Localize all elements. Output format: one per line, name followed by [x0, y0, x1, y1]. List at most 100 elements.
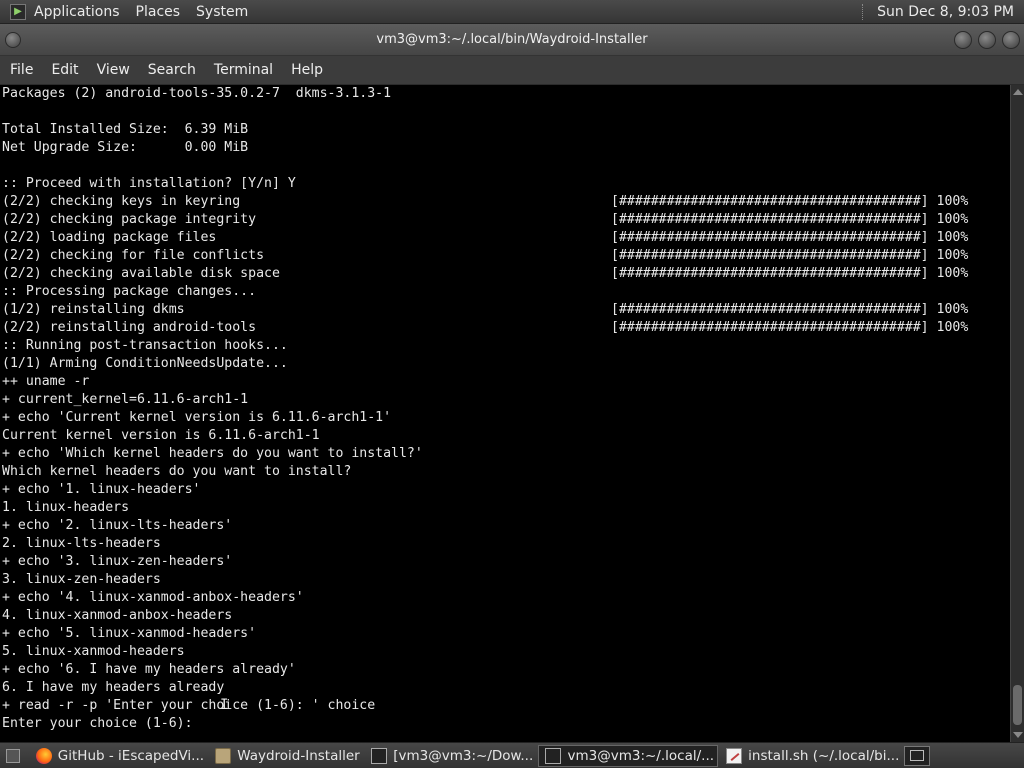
menu-applications[interactable]: Applications — [26, 0, 128, 24]
terminal-line: 3. linux-zen-headers — [0, 571, 1010, 589]
terminal-line-text: Which kernel headers do you want to inst… — [2, 464, 352, 479]
bottom-taskbar: GitHub - iEscapedVi... Waydroid-Installe… — [0, 742, 1024, 768]
terminal-line: Enter your choice (1-6): — [0, 715, 1010, 733]
task-firefox[interactable]: GitHub - iEscapedVi... — [30, 745, 207, 767]
task-file-manager[interactable]: Waydroid-Installer — [209, 745, 363, 767]
task-label: [vm3@vm3:~/Dow... — [393, 747, 534, 764]
menu-search[interactable]: Search — [140, 56, 204, 84]
terminal-line: (2/2) checking keys in keyring [#########… — [0, 193, 1010, 211]
terminal-line: 2. linux-lts-headers — [0, 535, 1010, 553]
terminal-line-text: (2/2) checking keys in keyring — [2, 194, 241, 209]
terminal-line-text: (2/2) checking available disk space — [2, 266, 280, 281]
terminal-line: + echo '6. I have my headers already' — [0, 661, 1010, 679]
close-button[interactable] — [1002, 31, 1020, 49]
terminal-line-text: (2/2) checking for file conflicts — [2, 248, 265, 263]
menu-system[interactable]: System — [188, 0, 256, 24]
terminal-line: :: Running post-transaction hooks... — [0, 337, 1010, 355]
maximize-button[interactable] — [978, 31, 996, 49]
scrollbar-thumb[interactable] — [1013, 685, 1022, 725]
terminal-line-text: Packages (2) android-tools-35.0.2-7 dkms… — [2, 86, 392, 101]
progress-bar-text: [######################################]… — [611, 230, 969, 245]
minimize-button[interactable] — [954, 31, 972, 49]
terminal-line: Total Installed Size: 6.39 MiB — [0, 121, 1010, 139]
window-titlebar[interactable]: vm3@vm3:~/.local/bin/Waydroid-Installer — [0, 24, 1024, 56]
panel-separator — [862, 3, 865, 20]
progress-bar-text: [######################################]… — [611, 320, 969, 335]
applications-logo-icon[interactable]: ▶ — [10, 3, 26, 20]
terminal-line: Which kernel headers do you want to inst… — [0, 463, 1010, 481]
menu-help[interactable]: Help — [283, 56, 331, 84]
terminal-line: 1. linux-headers — [0, 499, 1010, 517]
clock[interactable]: Sun Dec 8, 9:03 PM — [869, 0, 1024, 24]
terminal-line-text: :: Processing package changes... — [2, 284, 257, 299]
terminal-line: (2/2) checking available disk space [####… — [0, 265, 1010, 283]
terminal-line: + echo '2. linux-lts-headers' — [0, 517, 1010, 535]
terminal-line: + echo 'Current kernel version is 6.11.6… — [0, 409, 1010, 427]
terminal-menubar: File Edit View Search Terminal Help — [0, 56, 1024, 84]
terminal-line-text: (2/2) loading package files — [2, 230, 217, 245]
terminal-line-text: + echo '5. linux-xanmod-headers' — [2, 626, 257, 641]
text-editor-icon — [726, 747, 743, 764]
terminal-line-text: (2/2) checking package integrity — [2, 212, 257, 227]
terminal-line-text: Enter your choice (1-6): — [2, 716, 193, 731]
terminal-line: + current_kernel=6.11.6-arch1-1 — [0, 391, 1010, 409]
task-label: install.sh (~/.local/bi... — [748, 747, 900, 764]
top-panel: ▶ Applications Places System Sun Dec 8, … — [0, 0, 1024, 24]
scroll-up-icon[interactable] — [1013, 89, 1023, 95]
terminal-line-text: + echo '2. linux-lts-headers' — [2, 518, 233, 533]
scroll-down-icon[interactable] — [1013, 732, 1023, 738]
terminal-line: Net Upgrade Size: 0.00 MiB — [0, 139, 1010, 157]
progress-bar-text: [######################################]… — [611, 194, 969, 209]
terminal-line: (1/1) Arming ConditionNeedsUpdate... — [0, 355, 1010, 373]
progress-bar-text: [######################################]… — [611, 248, 969, 263]
menu-view[interactable]: View — [89, 56, 138, 84]
terminal-line-text: (2/2) reinstalling android-tools — [2, 320, 257, 335]
terminal-output[interactable]: I Packages (2) android-tools-35.0.2-7 dk… — [0, 85, 1010, 742]
terminal-line: (2/2) reinstalling android-tools [#######… — [0, 319, 1010, 337]
terminal-line-text: 4. linux-xanmod-anbox-headers — [2, 608, 233, 623]
terminal-line-text: + echo '4. linux-xanmod-anbox-headers' — [2, 590, 304, 605]
workspace-switcher[interactable] — [904, 745, 931, 766]
terminal-line: 5. linux-xanmod-headers — [0, 643, 1010, 661]
task-terminal-downloads[interactable]: [vm3@vm3:~/Dow... — [365, 745, 536, 767]
terminal-line: + echo '1. linux-headers' — [0, 481, 1010, 499]
window-controls — [954, 31, 1020, 49]
terminal-line-text: + echo '1. linux-headers' — [2, 482, 201, 497]
task-terminal-active[interactable]: vm3@vm3:~/.local/... — [538, 744, 719, 767]
task-text-editor[interactable]: install.sh (~/.local/bi... — [720, 745, 902, 767]
terminal-line-text: + echo 'Current kernel version is 6.11.6… — [2, 410, 392, 425]
terminal-line: :: Processing package changes... — [0, 283, 1010, 301]
progress-bar-text: [######################################]… — [611, 302, 969, 317]
terminal-line: (2/2) checking for file conflicts [######… — [0, 247, 1010, 265]
terminal-line-text: + echo '6. I have my headers already' — [2, 662, 296, 677]
terminal-line: + echo '3. linux-zen-headers' — [0, 553, 1010, 571]
terminal-line: (1/2) reinstalling dkms [################… — [0, 301, 1010, 319]
menu-terminal[interactable]: Terminal — [206, 56, 281, 84]
terminal-line-text: + current_kernel=6.11.6-arch1-1 — [2, 392, 249, 407]
menu-edit[interactable]: Edit — [43, 56, 86, 84]
terminal-line-text: Current kernel version is 6.11.6-arch1-1 — [2, 428, 320, 443]
terminal-icon — [545, 747, 562, 764]
terminal-line: 4. linux-xanmod-anbox-headers — [0, 607, 1010, 625]
show-desktop-button[interactable] — [6, 748, 20, 763]
menu-file[interactable]: File — [2, 56, 41, 84]
terminal-line-text: + echo '3. linux-zen-headers' — [2, 554, 233, 569]
terminal-line-text: :: Running post-transaction hooks... — [2, 338, 288, 353]
workspace-icon — [910, 750, 925, 761]
menu-places[interactable]: Places — [128, 0, 189, 24]
terminal-line-text: + read -r -p 'Enter your choice (1-6): '… — [2, 698, 376, 713]
terminal-line-text: 5. linux-xanmod-headers — [2, 644, 185, 659]
terminal-line: (2/2) loading package files [############… — [0, 229, 1010, 247]
terminal-line-text: 2. linux-lts-headers — [2, 536, 161, 551]
task-label: GitHub - iEscapedVi... — [57, 747, 205, 764]
terminal-line: + echo '5. linux-xanmod-headers' — [0, 625, 1010, 643]
progress-bar-text: [######################################]… — [611, 266, 969, 281]
terminal-icon — [371, 747, 388, 764]
terminal-scrollbar[interactable] — [1010, 85, 1024, 742]
terminal-line: ++ uname -r — [0, 373, 1010, 391]
terminal-line: 6. I have my headers already — [0, 679, 1010, 697]
task-label: Waydroid-Installer — [237, 747, 360, 764]
top-panel-right: Sun Dec 8, 9:03 PM — [862, 0, 1024, 24]
folder-icon — [215, 747, 232, 764]
